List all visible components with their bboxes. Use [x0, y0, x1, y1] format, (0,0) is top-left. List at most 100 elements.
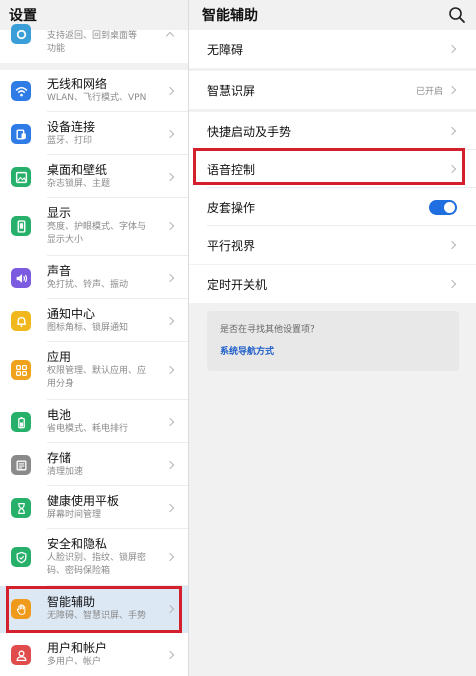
row-voice-control[interactable]: 语音控制 [189, 150, 476, 188]
sidebar-item-sub: WLAN、飞行模式、VPN [47, 93, 147, 103]
chevron-right-icon [165, 273, 175, 283]
sidebar-item-title: 显示 [47, 206, 72, 220]
sidebar-item-title: 无线和网络 [47, 77, 108, 91]
row-label: 定时开关机 [207, 277, 268, 292]
sidebar-item-title: 智能辅助 [47, 595, 96, 609]
sidebar-item-desktop-wallpaper[interactable]: 桌面和壁纸 杂志锁屏、主题 [0, 155, 188, 198]
sidebar-item-sub: 多用户、帐户 [47, 657, 102, 667]
dot-icon [11, 24, 31, 44]
sidebar-item-apps[interactable]: 应用 权限管理、默认应用、应 用分身 [0, 342, 188, 400]
sidebar-item-sound[interactable]: 声音 免打扰、铃声、振动 [0, 256, 188, 299]
chevron-right-icon [447, 240, 457, 250]
chevron-right-icon [165, 129, 175, 139]
hourglass-icon [11, 498, 31, 518]
group-scheduled-power: 定时开关机 [189, 265, 476, 303]
row-cover-operation[interactable]: 皮套操作 [189, 188, 476, 226]
group-smart-screen: 智慧识屏 已开启 [189, 71, 476, 109]
wifi-icon [11, 81, 31, 101]
chevron-right-icon [447, 126, 457, 136]
row-label: 无障碍 [207, 42, 244, 57]
sidebar-item-security-privacy[interactable]: 安全和隐私 人脸识别、指纹、锁屏密 码、密码保险箱 [0, 529, 188, 586]
sidebar-item-digital-balance[interactable]: 健康使用平板 屏幕时间管理 [0, 486, 188, 529]
settings-sidebar: 设置 支持返回、回到桌面等 功能 无线和网络 WLAN、飞行模式、VPN 设备连… [0, 0, 189, 676]
sidebar-item-notifications[interactable]: 通知中心 图标角标、锁屏通知 [0, 299, 188, 342]
sidebar-item-sub: 亮度、护眼模式、字体与 [47, 222, 147, 232]
sidebar-item-title: 设备连接 [47, 120, 96, 134]
sidebar-item-sub: 清理加速 [47, 467, 84, 477]
sidebar-item-partial[interactable]: 支持返回、回到桌面等 功能 [0, 24, 188, 63]
sidebar-item-sub: 人脸识别、指纹、锁屏密 [47, 553, 147, 563]
row-label: 皮套操作 [207, 200, 256, 215]
group-accessibility: 无障碍 [189, 30, 476, 68]
user-icon [11, 645, 31, 665]
search-icon[interactable] [448, 6, 466, 24]
sidebar-item-sub2: 用分身 [47, 379, 75, 389]
row-label: 快捷启动及手势 [207, 124, 292, 139]
chevron-right-icon [447, 164, 457, 174]
chevron-right-icon [447, 85, 457, 95]
sidebar-item-title: 应用 [47, 350, 72, 364]
sidebar-item-title: 通知中心 [47, 307, 96, 321]
hint-question: 是否在寻找其他设置项？ [220, 325, 320, 335]
row-scheduled-power[interactable]: 定时开关机 [189, 265, 476, 303]
chevron-right-icon [165, 221, 175, 231]
picture-icon [11, 167, 31, 187]
other-settings-hint: 是否在寻找其他设置项？ 系统导航方式 [207, 311, 459, 371]
row-parallel-view[interactable]: 平行视界 [189, 226, 476, 264]
sidebar-item-sub: 支持返回、回到桌面等 [47, 31, 138, 41]
chevron-right-icon [165, 365, 175, 375]
row-accessibility[interactable]: 无障碍 [189, 30, 476, 68]
cover-toggle-switch[interactable] [429, 200, 457, 215]
chevron-right-icon [165, 552, 175, 562]
page-title: 智能辅助 [189, 0, 476, 30]
sidebar-item-sub: 杂志锁屏、主题 [47, 179, 111, 189]
sidebar-item-sub: 省电模式、耗电排行 [47, 424, 129, 434]
chevron-right-icon [165, 316, 175, 326]
speaker-icon [11, 268, 31, 288]
sidebar-item-sub: 屏幕时间管理 [47, 510, 102, 520]
battery-icon [11, 412, 31, 432]
chevron-right-icon [165, 31, 175, 41]
shield-icon [11, 547, 31, 567]
row-label: 智慧识屏 [207, 83, 256, 98]
sidebar-item-title: 安全和隐私 [47, 537, 108, 551]
row-label: 语音控制 [207, 162, 256, 177]
sidebar-item-users-accounts[interactable]: 用户和帐户 多用户、帐户 [0, 633, 188, 676]
chevron-right-icon [165, 650, 175, 660]
chevron-right-icon [447, 279, 457, 289]
sidebar-item-sub2: 功能 [47, 44, 66, 54]
sidebar-item-title: 存储 [47, 451, 72, 465]
smart-assistance-panel: 智能辅助 无障碍 智慧识屏 已开启 快捷启动及手势 语音控制 皮套操作 平行视界… [189, 0, 476, 676]
sidebar-item-display[interactable]: 显示 亮度、护眼模式、字体与 显示大小 [0, 198, 188, 256]
sidebar-item-wireless[interactable]: 无线和网络 WLAN、飞行模式、VPN [0, 70, 188, 112]
status-text: 已开启 [415, 86, 443, 97]
chevron-right-icon [165, 172, 175, 182]
sidebar-item-storage[interactable]: 存储 清理加速 [0, 443, 188, 486]
sidebar-item-title: 声音 [47, 264, 72, 278]
sidebar-item-sub: 图标角标、锁屏通知 [47, 323, 129, 333]
sidebar-item-sub: 免打扰、铃声、振动 [47, 280, 129, 290]
hand-icon [11, 599, 31, 619]
sidebar-item-title: 电池 [47, 408, 72, 422]
storage-icon [11, 455, 31, 475]
bell-icon [11, 311, 31, 331]
device-icon [11, 124, 31, 144]
sidebar-item-sub: 无障碍、智慧识屏、手势 [47, 611, 147, 621]
sidebar-item-smart-assistance[interactable]: 智能辅助 无障碍、智慧识屏、手势 [0, 586, 188, 633]
row-smart-screen[interactable]: 智慧识屏 已开启 [189, 71, 476, 109]
system-navigation-link[interactable]: 系统导航方式 [220, 345, 446, 359]
page-title-text: 智能辅助 [202, 8, 258, 24]
sidebar-item-sub2: 码、密码保险箱 [47, 566, 111, 576]
sidebar-item-battery[interactable]: 电池 省电模式、耗电排行 [0, 400, 188, 443]
chevron-right-icon [447, 44, 457, 54]
phone-icon [11, 216, 31, 236]
group-controls: 快捷启动及手势 语音控制 皮套操作 平行视界 [189, 112, 476, 264]
grid-icon [11, 360, 31, 380]
chevron-right-icon [165, 86, 175, 96]
sidebar-item-sub2: 显示大小 [47, 235, 84, 245]
chevron-right-icon [165, 503, 175, 513]
sidebar-item-device-connection[interactable]: 设备连接 蓝牙、打印 [0, 112, 188, 155]
row-label: 平行视界 [207, 238, 256, 253]
sidebar-item-sub: 蓝牙、打印 [47, 136, 93, 146]
row-shortcuts-gestures[interactable]: 快捷启动及手势 [189, 112, 476, 150]
